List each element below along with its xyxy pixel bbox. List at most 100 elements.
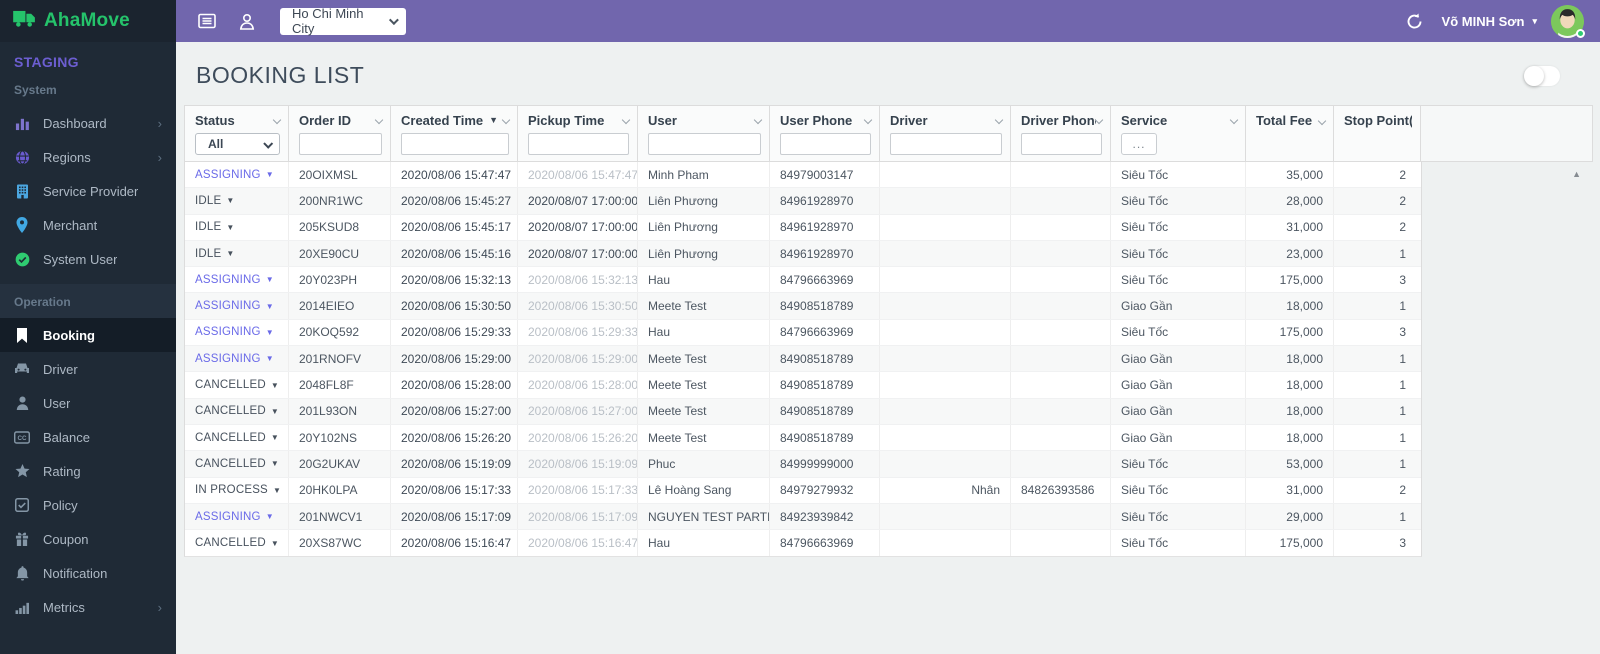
column-header-total_fee[interactable]: Total Fee — [1246, 106, 1334, 161]
column-menu-chevron-icon[interactable] — [501, 115, 511, 125]
table-row: IDLE ▼ 205KSUD8 2020/08/06 15:45:17 2020/08/… — [185, 214, 1421, 241]
collapse-menu-icon[interactable] — [196, 10, 218, 32]
view-toggle[interactable] — [1524, 65, 1560, 86]
user-filter-input[interactable] — [648, 133, 761, 155]
refresh-icon[interactable] — [1404, 10, 1426, 32]
cell-user: Meete Test — [638, 346, 770, 372]
cell-order_id: 20XE90CU — [289, 240, 391, 267]
cell-created: 2020/08/06 15:45:27 — [391, 188, 518, 214]
driver-filter-input[interactable] — [890, 133, 1002, 155]
column-header-user_phone[interactable]: User Phone — [770, 106, 880, 161]
cell-stops: 1 — [1399, 351, 1406, 366]
column-menu-chevron-icon[interactable] — [1094, 115, 1104, 125]
cell-status[interactable]: IDLE ▼ — [185, 188, 289, 214]
cell-pickup: 2020/08/06 15:28:00 — [518, 372, 638, 398]
sidebar-item-coupon[interactable]: Coupon — [0, 522, 176, 556]
cell-status[interactable]: CANCELLED ▼ — [185, 372, 289, 398]
table-row: IN PROCESS ▼ 20HK0LPA 2020/08/06 15:17:33 20… — [185, 477, 1421, 504]
cell-driver — [880, 530, 1011, 557]
cell-user: Hau — [638, 267, 770, 293]
status-dropdown-caret-icon: ▼ — [265, 170, 274, 180]
status-label: ASSIGNING — [195, 300, 261, 313]
column-menu-chevron-icon[interactable] — [994, 115, 1004, 125]
order_id-filter-input[interactable] — [299, 133, 382, 155]
cell-created: 2020/08/06 15:32:13 — [391, 267, 518, 293]
cell-stops: 2 — [1399, 483, 1406, 498]
cell-status[interactable]: CANCELLED ▼ — [185, 424, 289, 451]
created-filter-input[interactable] — [401, 133, 509, 155]
user_phone-filter-input[interactable] — [780, 133, 871, 155]
column-menu-chevron-icon[interactable] — [621, 115, 631, 125]
cell-status[interactable]: IN PROCESS ▼ — [185, 477, 289, 503]
cell-driver — [880, 319, 1011, 346]
column-header-service[interactable]: Service... — [1111, 106, 1246, 161]
cell-status[interactable]: CANCELLED ▼ — [185, 398, 289, 424]
cell-status[interactable]: ASSIGNING ▼ — [185, 503, 289, 530]
cell-status[interactable]: ASSIGNING ▼ — [185, 267, 289, 293]
table-row: CANCELLED ▼ 2048FL8F 2020/08/06 15:28:00 202… — [185, 372, 1421, 399]
cell-pickup: 2020/08/06 15:29:33 — [518, 319, 638, 346]
sidebar-item-rating[interactable]: Rating — [0, 454, 176, 488]
column-menu-chevron-icon[interactable] — [863, 115, 873, 125]
avatar[interactable] — [1551, 4, 1585, 38]
sidebar-item-system-user[interactable]: System User — [0, 242, 176, 276]
column-header-pickup[interactable]: Pickup Time — [518, 106, 638, 161]
column-menu-chevron-icon[interactable] — [374, 115, 384, 125]
scroll-up-icon[interactable]: ▲ — [1572, 170, 1581, 179]
column-menu-chevron-icon[interactable] — [753, 115, 763, 125]
column-header-driver[interactable]: Driver — [880, 106, 1011, 161]
service-filter-button[interactable]: ... — [1121, 133, 1157, 155]
cell-created: 2020/08/06 15:26:20 — [391, 424, 518, 451]
driver_phone-filter-input[interactable] — [1021, 133, 1102, 155]
cell-status[interactable]: CANCELLED ▼ — [185, 530, 289, 557]
brand-logo[interactable]: AhaMove — [0, 0, 176, 42]
column-header-status[interactable]: Status All — [185, 106, 289, 161]
cell-status[interactable]: IDLE ▼ — [185, 214, 289, 240]
cell-user: NGUYEN TEST PARTN... — [638, 503, 770, 530]
sidebar-item-merchant[interactable]: Merchant — [0, 208, 176, 242]
sidebar-section-label: System — [14, 83, 57, 97]
pickup-filter-input[interactable] — [528, 133, 629, 155]
sidebar-item-policy[interactable]: Policy — [0, 488, 176, 522]
sort-desc-icon[interactable]: ▼ — [489, 115, 498, 125]
sidebar-item-metrics[interactable]: Metrics › — [0, 590, 176, 624]
status-dropdown-caret-icon: ▼ — [270, 380, 279, 390]
column-header-created[interactable]: Created Time ▼ — [391, 106, 518, 161]
status-dropdown-caret-icon: ▼ — [265, 275, 274, 285]
cell-status[interactable]: ASSIGNING ▼ — [185, 293, 289, 319]
cell-driver_phone — [1011, 503, 1111, 530]
status-filter-select[interactable]: All — [195, 133, 280, 155]
sidebar-item-dashboard[interactable]: Dashboard › — [0, 106, 176, 140]
online-status-dot — [1576, 28, 1585, 38]
sidebar-item-service-provider[interactable]: Service Provider — [0, 174, 176, 208]
column-header-stops[interactable]: Stop Point(s... — [1334, 106, 1421, 161]
cell-status[interactable]: ASSIGNING ▼ — [185, 162, 289, 188]
cell-status[interactable]: IDLE ▼ — [185, 240, 289, 267]
sidebar-item-driver[interactable]: Driver — [0, 352, 176, 386]
sidebar-item-notification[interactable]: Notification — [0, 556, 176, 590]
user-menu[interactable]: Võ MINH Sơn ▾ — [1442, 14, 1537, 29]
cell-total_fee: 35,000 — [1246, 162, 1334, 188]
column-header-driver_phone[interactable]: Driver Phone — [1011, 106, 1111, 161]
sidebar-item-balance[interactable]: CC Balance — [0, 420, 176, 454]
cell-status[interactable]: ASSIGNING ▼ — [185, 346, 289, 372]
cell-total_fee: 23,000 — [1246, 240, 1334, 267]
cell-pickup: 2020/08/06 15:26:20 — [518, 424, 638, 451]
cell-stops: 3 — [1399, 536, 1406, 551]
column-header-user[interactable]: User — [638, 106, 770, 161]
column-menu-chevron-icon[interactable] — [1317, 116, 1327, 125]
cell-user: Meete Test — [638, 293, 770, 319]
cell-stops: 1 — [1399, 378, 1406, 393]
column-menu-chevron-icon[interactable] — [1229, 115, 1239, 125]
cell-status[interactable]: CANCELLED ▼ — [185, 451, 289, 477]
column-menu-chevron-icon[interactable] — [272, 115, 282, 125]
sidebar-item-booking[interactable]: Booking — [0, 318, 176, 352]
column-header-order_id[interactable]: Order ID — [289, 106, 391, 161]
city-select[interactable]: Ho Chi Minh City — [280, 6, 406, 36]
cell-total_fee: 18,000 — [1246, 424, 1334, 451]
sidebar-item-user[interactable]: User — [0, 386, 176, 420]
cell-user_phone: 84908518789 — [770, 346, 880, 372]
person-icon[interactable] — [236, 10, 258, 32]
cell-status[interactable]: ASSIGNING ▼ — [185, 319, 289, 346]
sidebar-item-regions[interactable]: Regions › — [0, 140, 176, 174]
